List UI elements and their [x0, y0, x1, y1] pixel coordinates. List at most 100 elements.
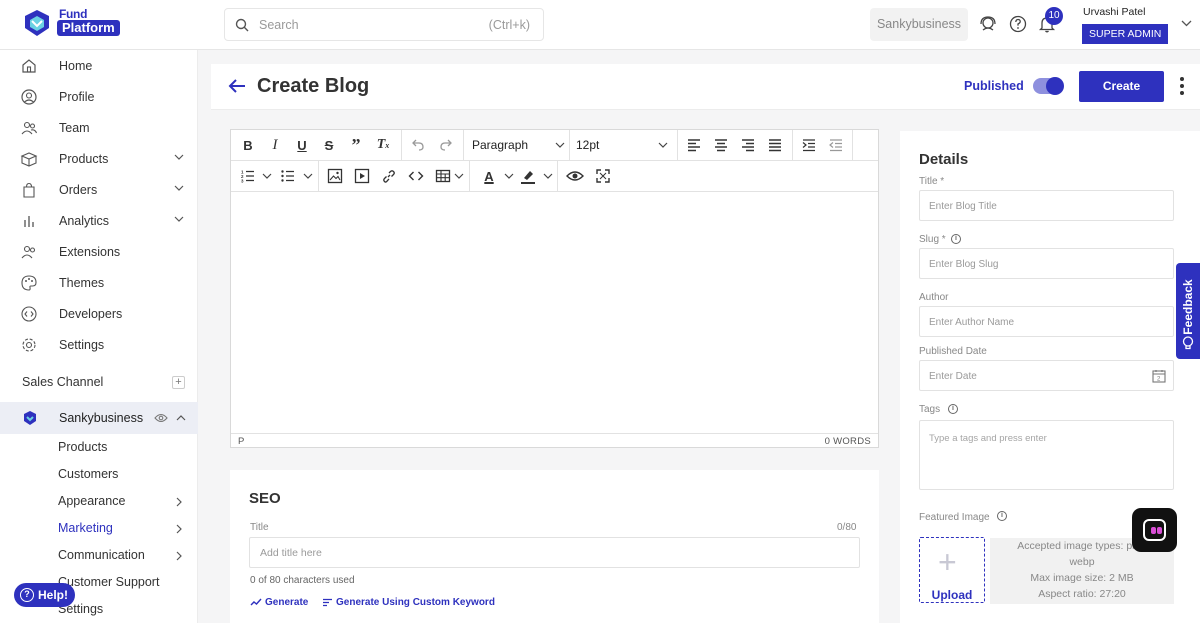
clear-format-icon[interactable]: Tx: [375, 137, 391, 153]
notification-badge: 10: [1045, 7, 1063, 25]
underline-icon[interactable]: U: [294, 137, 310, 153]
back-arrow-icon[interactable]: [228, 78, 246, 94]
brand-logo[interactable]: Fund Platform: [22, 6, 132, 42]
user-role-badge: SUPER ADMIN: [1082, 24, 1169, 44]
more-options-icon[interactable]: [1180, 77, 1184, 98]
indent-icon[interactable]: [801, 137, 817, 153]
sidebar-item-analytics[interactable]: Analytics: [0, 206, 198, 236]
channel-item-products[interactable]: Products: [58, 440, 107, 454]
sales-channel-item[interactable]: Sankybusiness: [0, 402, 198, 434]
sidebar-item-home[interactable]: Home: [0, 51, 198, 81]
preview-eye-icon[interactable]: [566, 168, 584, 184]
sidebar-item-label: Profile: [59, 90, 95, 104]
italic-icon[interactable]: I: [267, 137, 283, 153]
create-button[interactable]: Create: [1079, 71, 1164, 102]
business-selector[interactable]: Sankybusiness: [870, 8, 968, 41]
sidebar-item-label: Team: [59, 121, 90, 135]
published-date-label: Published Date: [919, 346, 987, 357]
chevron-down-icon[interactable]: [1181, 20, 1192, 27]
seo-card: SEO Title 0/80 Add title here 0 of 80 ch…: [230, 470, 879, 623]
sidebar-item-label: Products: [59, 152, 109, 166]
editor-status-bar: P 0 WORDS: [231, 433, 878, 448]
sidebar-item-products[interactable]: Products: [0, 144, 198, 174]
bullet-list-icon[interactable]: [280, 168, 296, 184]
search-placeholder: Search: [259, 18, 299, 32]
featured-image-label: Featured Image: [919, 512, 990, 523]
help-label: Help!: [38, 588, 68, 602]
align-right-icon[interactable]: [740, 137, 756, 153]
channel-item-customers[interactable]: Customers: [58, 467, 118, 481]
help-icon[interactable]: [1008, 14, 1028, 34]
sidebar-item-orders[interactable]: Orders: [0, 175, 198, 205]
bold-icon[interactable]: B: [240, 137, 256, 153]
align-justify-icon[interactable]: [767, 137, 783, 153]
chevron-up-icon[interactable]: [176, 415, 186, 421]
calendar-icon[interactable]: 2: [1152, 369, 1166, 383]
generate-custom-button[interactable]: Generate Using Custom Keyword: [322, 597, 495, 608]
seo-title-label: Title: [250, 522, 269, 533]
info-icon[interactable]: i: [951, 234, 961, 244]
font-size-select[interactable]: 12pt: [576, 138, 599, 152]
feedback-label: Feedback: [1181, 279, 1195, 335]
align-center-icon[interactable]: [713, 137, 729, 153]
link-icon[interactable]: [381, 168, 397, 184]
help-button[interactable]: ? Help!: [14, 583, 75, 607]
text-color-icon[interactable]: A: [481, 168, 497, 184]
sidebar-item-extensions[interactable]: Extensions: [0, 237, 198, 267]
author-input[interactable]: Enter Author Name: [919, 306, 1174, 337]
toggle-knob: [1046, 77, 1064, 95]
block-format-select[interactable]: Paragraph: [472, 138, 528, 152]
search-input[interactable]: Search (Ctrl+k): [224, 8, 544, 41]
chevron-down-icon[interactable]: [504, 173, 514, 179]
rich-text-editor: B I U S ” Tx Paragraph 12pt 123 A P 0 WO…: [230, 129, 879, 448]
chevron-down-icon: [658, 142, 668, 148]
channel-item-customer-support[interactable]: Customer Support: [58, 575, 159, 589]
channel-item-appearance[interactable]: Appearance: [58, 494, 125, 508]
table-icon[interactable]: [435, 168, 451, 184]
editor-content-area[interactable]: [231, 192, 878, 433]
eye-icon[interactable]: [154, 413, 168, 423]
blockquote-icon[interactable]: ”: [348, 135, 364, 155]
code-icon[interactable]: [408, 168, 424, 184]
chat-widget-button[interactable]: [1132, 508, 1177, 552]
sidebar-item-developers[interactable]: Developers: [0, 299, 198, 329]
sidebar-item-themes[interactable]: Themes: [0, 268, 198, 298]
chevron-down-icon[interactable]: [262, 173, 272, 179]
sidebar-item-label: Extensions: [59, 245, 121, 259]
channel-item-marketing[interactable]: Marketing: [58, 521, 113, 535]
channel-item-communication[interactable]: Communication: [58, 548, 145, 562]
sidebar-item-team[interactable]: Team: [0, 113, 198, 143]
fullscreen-icon[interactable]: [595, 168, 611, 184]
highlight-icon[interactable]: [520, 168, 536, 184]
video-icon[interactable]: [354, 168, 370, 184]
feedback-tab[interactable]: Feedback: [1176, 263, 1200, 359]
generate-button[interactable]: Generate: [250, 597, 308, 608]
tags-input[interactable]: Type a tags and press enter: [919, 420, 1174, 490]
support-agent-icon[interactable]: [978, 14, 998, 34]
align-left-icon[interactable]: [686, 137, 702, 153]
chevron-down-icon[interactable]: [543, 173, 553, 179]
gear-icon: [22, 338, 36, 352]
user-name[interactable]: Urvashi Patel: [1083, 6, 1145, 18]
slug-input[interactable]: Enter Blog Slug: [919, 248, 1174, 279]
info-icon[interactable]: i: [948, 404, 958, 414]
sidebar-item-label: Home: [59, 59, 93, 73]
chevron-down-icon[interactable]: [303, 173, 313, 179]
published-toggle[interactable]: [1033, 77, 1064, 95]
image-icon[interactable]: [327, 168, 343, 184]
upload-image-button[interactable]: + Upload: [919, 537, 985, 603]
chevron-down-icon[interactable]: [454, 173, 464, 179]
seo-title-input[interactable]: Add title here: [249, 537, 860, 568]
numbered-list-icon[interactable]: 123: [240, 168, 256, 184]
undo-icon[interactable]: [410, 137, 426, 153]
sidebar-item-profile[interactable]: Profile: [0, 82, 198, 112]
info-icon[interactable]: i: [997, 511, 1007, 521]
blog-title-input[interactable]: Enter Blog Title: [919, 190, 1174, 221]
developers-icon: [21, 306, 37, 322]
strikethrough-icon[interactable]: S: [321, 137, 337, 153]
redo-icon[interactable]: [438, 137, 454, 153]
sidebar-item-settings[interactable]: Settings: [0, 330, 198, 360]
outdent-icon[interactable]: [828, 137, 844, 153]
add-sales-channel-button[interactable]: +: [172, 376, 185, 389]
published-date-input[interactable]: Enter Date 2: [919, 360, 1174, 391]
